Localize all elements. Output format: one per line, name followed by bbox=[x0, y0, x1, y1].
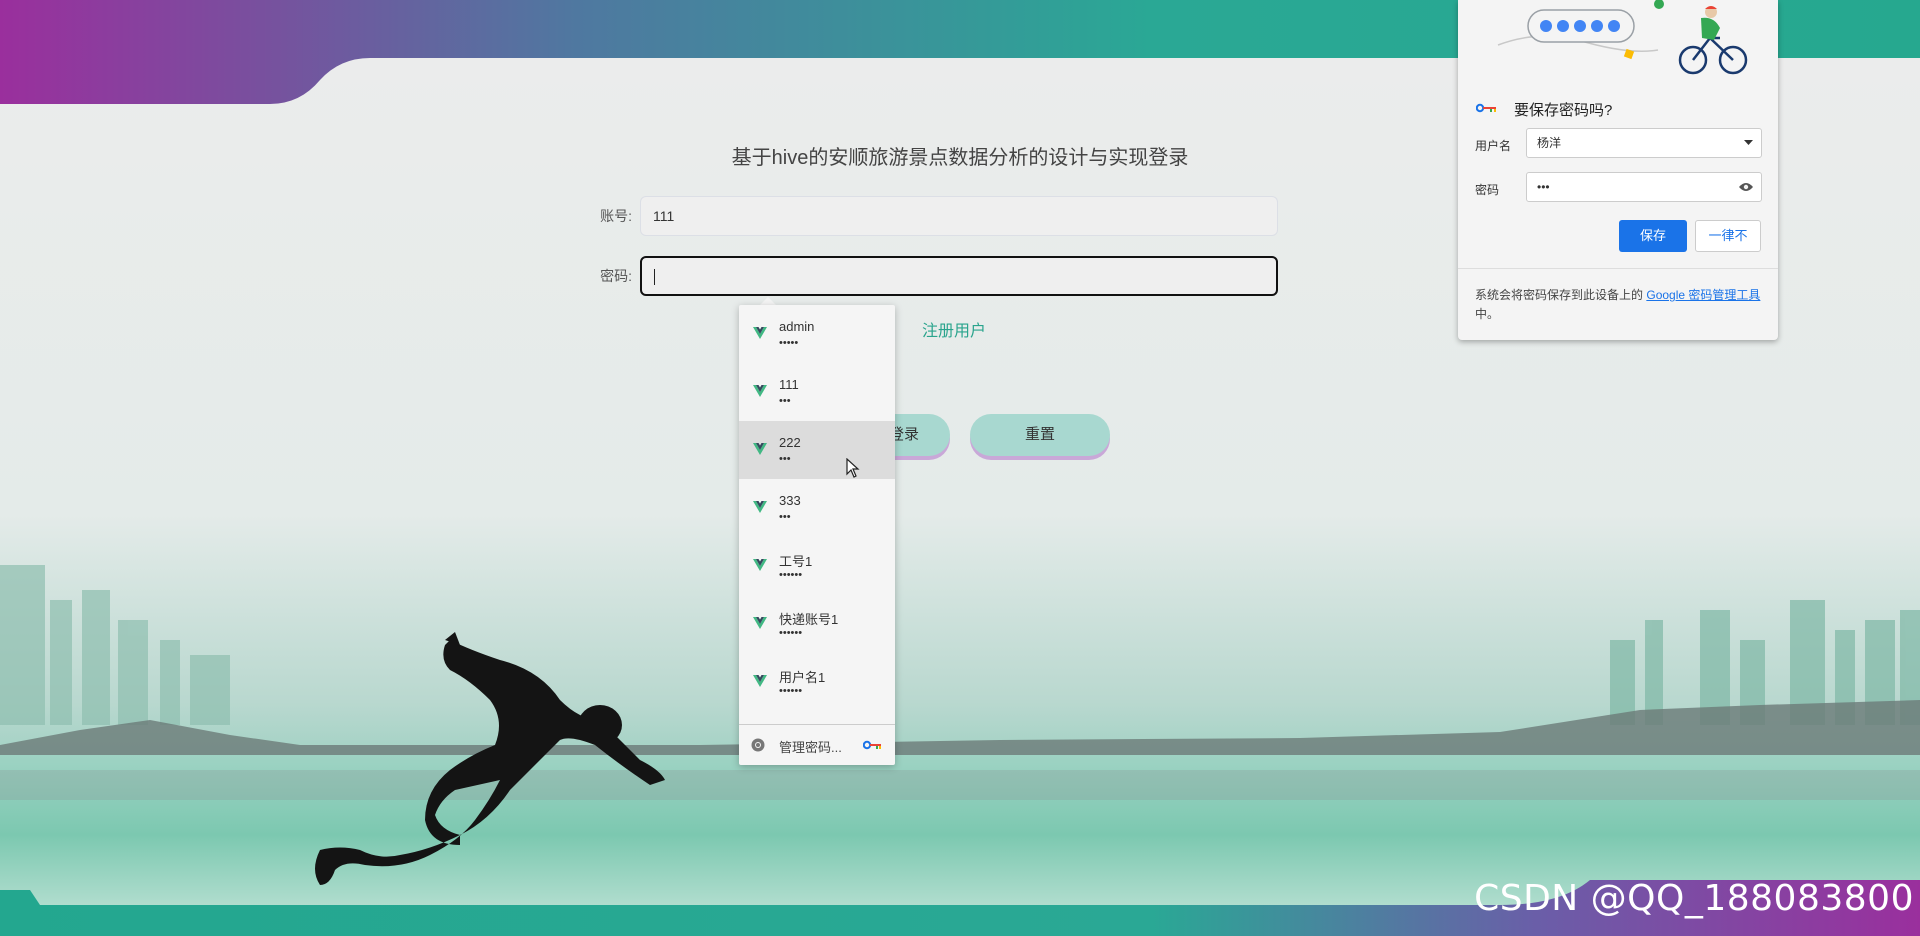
autofill-dropdown: admin ••••• 111 ••• 222 ••• 333 ••• 工号1 … bbox=[739, 305, 895, 765]
text-caret bbox=[654, 269, 655, 286]
vue-logo-icon bbox=[753, 385, 767, 397]
autofill-item[interactable]: 工号1 •••••• bbox=[739, 537, 895, 595]
autofill-username: 222 bbox=[779, 435, 801, 450]
save-password-popup: 要保存密码吗? 用户名 杨洋 密码 ••• 保存 一律不 系统会将密码保存到此设… bbox=[1458, 0, 1778, 340]
vue-logo-icon bbox=[753, 443, 767, 455]
autofill-item-highlighted[interactable]: 222 ••• bbox=[739, 421, 895, 479]
eye-icon[interactable] bbox=[1739, 182, 1753, 192]
account-label: 账号: bbox=[600, 208, 632, 224]
password-key-icon bbox=[1476, 103, 1496, 113]
account-input[interactable]: 111 bbox=[640, 196, 1278, 236]
autofill-arrow bbox=[760, 297, 776, 305]
popup-footer-suffix: 中。 bbox=[1475, 307, 1500, 321]
save-password-button[interactable]: 保存 bbox=[1619, 220, 1687, 252]
watermark: CSDN @QQ_188083800 bbox=[1474, 878, 1914, 919]
autofill-password-mask: •••••• bbox=[779, 627, 803, 639]
autofill-item[interactable]: 333 ••• bbox=[739, 479, 895, 537]
autofill-username: 333 bbox=[779, 493, 801, 508]
autofill-item[interactable]: admin ••••• bbox=[739, 305, 895, 363]
autofill-username: 用户名1 bbox=[779, 670, 826, 685]
autofill-password-mask: ••• bbox=[779, 453, 791, 465]
popup-password-label: 密码 bbox=[1475, 183, 1500, 197]
popup-username-value: 杨洋 bbox=[1537, 136, 1562, 150]
password-row: 密码: bbox=[590, 256, 1280, 296]
account-row: 账号: 111 bbox=[590, 196, 1280, 236]
vue-logo-icon bbox=[753, 501, 767, 513]
autofill-username: 快递账号1 bbox=[779, 612, 839, 627]
popup-password-mask: ••• bbox=[1537, 180, 1550, 194]
google-password-manager-link[interactable]: Google 密码管理工具 bbox=[1646, 288, 1760, 302]
chrome-icon bbox=[751, 738, 765, 752]
popup-divider bbox=[1458, 268, 1778, 269]
password-label: 密码: bbox=[600, 268, 632, 284]
autofill-password-mask: ••••• bbox=[779, 337, 799, 349]
never-save-button[interactable]: 一律不 bbox=[1695, 220, 1761, 252]
mouse-cursor-icon bbox=[846, 458, 860, 478]
vue-logo-icon bbox=[753, 617, 767, 629]
popup-footer-prefix: 系统会将密码保存到此设备上的 bbox=[1475, 288, 1644, 302]
autofill-password-mask: •••••• bbox=[779, 569, 803, 581]
autofill-username: 111 bbox=[779, 377, 799, 392]
autofill-item[interactable]: 用户名1 •••••• bbox=[739, 653, 895, 711]
password-illustration bbox=[1497, 0, 1748, 75]
autofill-password-mask: •••••• bbox=[779, 685, 803, 697]
popup-password-field[interactable]: ••• bbox=[1526, 172, 1762, 202]
password-input[interactable] bbox=[640, 256, 1278, 296]
vue-logo-icon bbox=[753, 327, 767, 339]
popup-footer-text: 系统会将密码保存到此设备上的 Google 密码管理工具中。 bbox=[1475, 286, 1765, 324]
popup-username-select[interactable]: 杨洋 bbox=[1526, 128, 1762, 158]
autofill-password-mask: ••• bbox=[779, 511, 791, 523]
password-key-icon bbox=[863, 740, 881, 750]
autofill-item[interactable]: 111 ••• bbox=[739, 363, 895, 421]
autofill-item[interactable]: 快递账号1 •••••• bbox=[739, 595, 895, 653]
save-password-title: 要保存密码吗? bbox=[1514, 102, 1613, 119]
vue-logo-icon bbox=[753, 675, 767, 687]
autofill-username: admin bbox=[779, 319, 815, 334]
register-link[interactable]: 注册用户 bbox=[922, 317, 986, 341]
caret-down-icon bbox=[1744, 140, 1753, 145]
manage-passwords-item[interactable]: 管理密码... bbox=[739, 724, 895, 766]
vue-logo-icon bbox=[753, 559, 767, 571]
autofill-username: 工号1 bbox=[779, 554, 813, 569]
autofill-password-mask: ••• bbox=[779, 395, 791, 407]
reset-button[interactable]: 重置 bbox=[970, 414, 1110, 456]
popup-username-label: 用户名 bbox=[1475, 139, 1512, 153]
manage-passwords-label: 管理密码... bbox=[779, 740, 842, 755]
